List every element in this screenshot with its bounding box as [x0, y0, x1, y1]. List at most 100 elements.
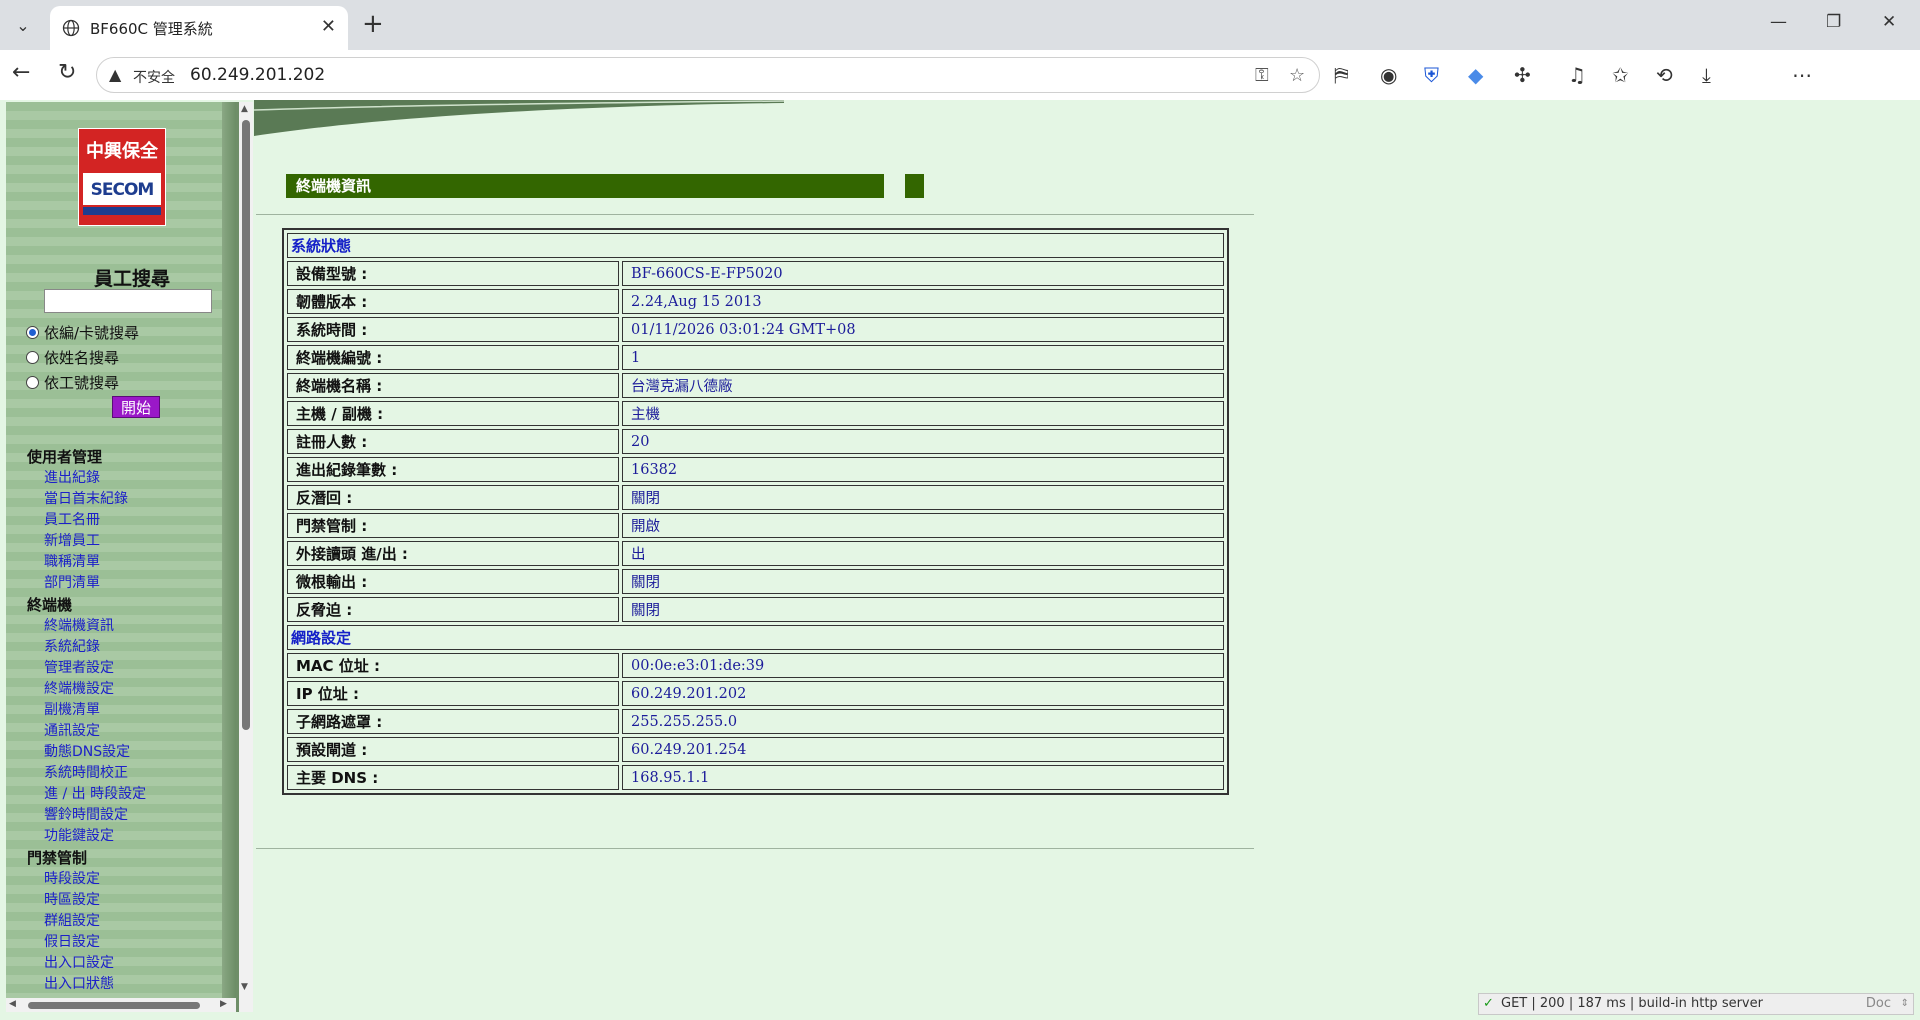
menu-item-function-keys[interactable]: 功能鍵設定 — [44, 825, 114, 845]
menu-item-groups[interactable]: 群組設定 — [44, 910, 100, 930]
secom-logo: 中興保全 SECOM — [78, 128, 166, 226]
row-label: 進出紀錄筆數 : — [287, 457, 619, 482]
scroll-up-arrow-icon[interactable]: ▲ — [241, 104, 248, 114]
network-settings-header: 網路設定 — [287, 625, 1224, 650]
download-icon[interactable]: ⤓ — [1702, 63, 1711, 87]
row-value: 關閉 — [622, 597, 1224, 622]
menu-item-ddns-settings[interactable]: 動態DNS設定 — [44, 741, 130, 761]
menu-item-door-settings[interactable]: 出入口設定 — [44, 952, 114, 972]
row-label: 外接讀頭 進/出 : — [287, 541, 619, 566]
media-icon[interactable]: ♫ — [1568, 63, 1586, 87]
favorites-icon[interactable]: ✩ — [1612, 63, 1629, 87]
header-swoosh-decoration — [254, 100, 784, 136]
menu-item-door-status[interactable]: 出入口狀態 — [44, 973, 114, 993]
left-frame-vertical-scrollbar[interactable]: ▲ ▼ — [239, 102, 253, 1012]
menu-item-terminal-settings[interactable]: 終端機設定 — [44, 678, 114, 698]
scrollbar-thumb[interactable] — [28, 1002, 200, 1009]
history-icon[interactable]: ⟲ — [1656, 63, 1673, 87]
table-row: 設備型號 : BF-660CS-E-FP5020 — [287, 261, 1224, 286]
row-value: 關閉 — [622, 569, 1224, 594]
row-label: 預設閘道 : — [287, 737, 619, 762]
menu-item-in-out-period[interactable]: 進 / 出 時段設定 — [44, 783, 146, 803]
table-row: 外接讀頭 進/出 :出 — [287, 541, 1224, 566]
tab-active[interactable]: BF660C 管理系統 ✕ — [50, 6, 348, 50]
chevron-down-icon: ⌄ — [16, 15, 30, 35]
browser-toolbar: ← ↻ ▲ 不安全 60.249.201.202 ⚿ ☆ ⛿ ◉ ⛨ ◆ ✣ ♫… — [0, 50, 1920, 141]
row-value: 00:0e:e3:01:de:39 — [622, 653, 1224, 678]
menu-item-holidays[interactable]: 假日設定 — [44, 931, 100, 951]
tab-title: BF660C 管理系統 — [90, 20, 213, 38]
left-menu-frame: 中興保全 SECOM 員工搜尋 依編/卡號搜尋 依姓名搜尋 依工號搜尋 開始 使… — [6, 102, 239, 1012]
window-close-button[interactable]: ✕ — [1882, 12, 1896, 32]
close-tab-icon[interactable]: ✕ — [321, 16, 336, 37]
row-value: 開啟 — [622, 513, 1224, 538]
url-text[interactable]: 60.249.201.202 — [190, 65, 325, 85]
menu-item-comm-settings[interactable]: 通訊設定 — [44, 720, 100, 740]
table-row: 註冊人數 :20 — [287, 429, 1224, 454]
row-value: 16382 — [622, 457, 1224, 482]
menu-item-access-records[interactable]: 進出紀錄 — [44, 467, 100, 487]
favorite-star-icon[interactable]: ☆ — [1289, 65, 1305, 86]
menu-item-time-sync[interactable]: 系統時間校正 — [44, 762, 128, 782]
menu-item-terminal-info[interactable]: 終端機資訊 — [44, 615, 114, 635]
radio-button[interactable] — [26, 326, 39, 339]
row-label: 子網路遮罩 : — [287, 709, 619, 734]
shield-icon[interactable]: ⛨ — [1424, 63, 1439, 87]
start-search-button[interactable]: 開始 — [112, 396, 160, 418]
menu-item-system-log[interactable]: 系統紀錄 — [44, 636, 100, 656]
check-icon: ✓ — [1483, 996, 1494, 1011]
doc-label: Doc — [1865, 996, 1891, 1011]
reload-button[interactable]: ↻ — [58, 60, 76, 85]
row-label: 終端機編號 : — [287, 345, 619, 370]
warning-icon: ▲ — [109, 65, 122, 84]
menu-group-access-control: 門禁管制 — [27, 849, 88, 867]
scroll-down-arrow-icon[interactable]: ▼ — [241, 982, 248, 992]
menu-item-time-periods[interactable]: 時段設定 — [44, 868, 100, 888]
table-section-row: 系統狀態 — [287, 233, 1224, 258]
radio-button[interactable] — [26, 351, 39, 364]
page-viewport: 中興保全 SECOM 員工搜尋 依編/卡號搜尋 依姓名搜尋 依工號搜尋 開始 使… — [0, 100, 1920, 1020]
extension-app-icon[interactable]: ◆ — [1468, 63, 1483, 87]
row-value: 168.95.1.1 — [622, 765, 1224, 790]
logo-blue-band — [83, 207, 161, 215]
spinner-arrows-icon[interactable]: ⇕ — [1901, 994, 1909, 1014]
search-option-label: 依工號搜尋 — [44, 374, 120, 392]
row-value: 關閉 — [622, 485, 1224, 510]
menu-item-admin-settings[interactable]: 管理者設定 — [44, 657, 114, 677]
back-button[interactable]: ← — [12, 60, 30, 85]
row-label: 主機 / 副機 : — [287, 401, 619, 426]
search-option-name[interactable]: 依姓名搜尋 — [26, 347, 119, 368]
insecure-label[interactable]: 不安全 — [133, 67, 175, 87]
search-option-employee-id[interactable]: 依工號搜尋 — [26, 372, 119, 393]
menu-item-slave-list[interactable]: 副機清單 — [44, 699, 100, 719]
translate-icon[interactable]: ⛿ — [1334, 63, 1349, 87]
menu-item-add-employee[interactable]: 新增員工 — [44, 530, 100, 550]
new-tab-button[interactable]: + — [362, 10, 384, 38]
menu-item-job-titles[interactable]: 職稱清單 — [44, 551, 100, 571]
table-row: 終端機編號 :1 — [287, 345, 1224, 370]
radio-button[interactable] — [26, 376, 39, 389]
menu-item-daily-first-last[interactable]: 當日首末紀錄 — [44, 488, 128, 508]
scroll-right-arrow-icon[interactable]: ▶ — [220, 999, 227, 1009]
address-bar[interactable]: ▲ 不安全 60.249.201.202 ⚿ ☆ — [96, 57, 1320, 93]
search-option-card-number[interactable]: 依編/卡號搜尋 — [26, 322, 139, 343]
menu-item-bell-time[interactable]: 響鈴時間設定 — [44, 804, 128, 824]
menu-item-departments[interactable]: 部門清單 — [44, 572, 100, 592]
scroll-left-arrow-icon[interactable]: ◀ — [9, 999, 16, 1009]
tab-list-button[interactable]: ⌄ — [8, 10, 38, 40]
divider-top — [256, 214, 1254, 215]
key-icon[interactable]: ⚿ — [1255, 65, 1269, 86]
eye-icon[interactable]: ◉ — [1380, 63, 1397, 87]
row-value: 01/11/2026 03:01:24 GMT+08 — [622, 317, 1224, 342]
scrollbar-thumb[interactable] — [242, 120, 250, 730]
menu-item-employee-roster[interactable]: 員工名冊 — [44, 509, 100, 529]
table-row: 反潛回 : 關閉 — [287, 485, 1224, 510]
extensions-icon[interactable]: ✣ — [1514, 63, 1531, 87]
logo-text-bottom: SECOM — [90, 180, 155, 200]
employee-search-input[interactable] — [44, 289, 212, 313]
restore-button[interactable]: ❐ — [1826, 12, 1841, 32]
minimize-button[interactable]: — — [1770, 12, 1787, 32]
menu-item-time-zones[interactable]: 時區設定 — [44, 889, 100, 909]
more-menu-icon[interactable]: ⋯ — [1792, 63, 1812, 87]
left-frame-horizontal-scrollbar[interactable]: ◀ ▶ — [6, 998, 236, 1012]
